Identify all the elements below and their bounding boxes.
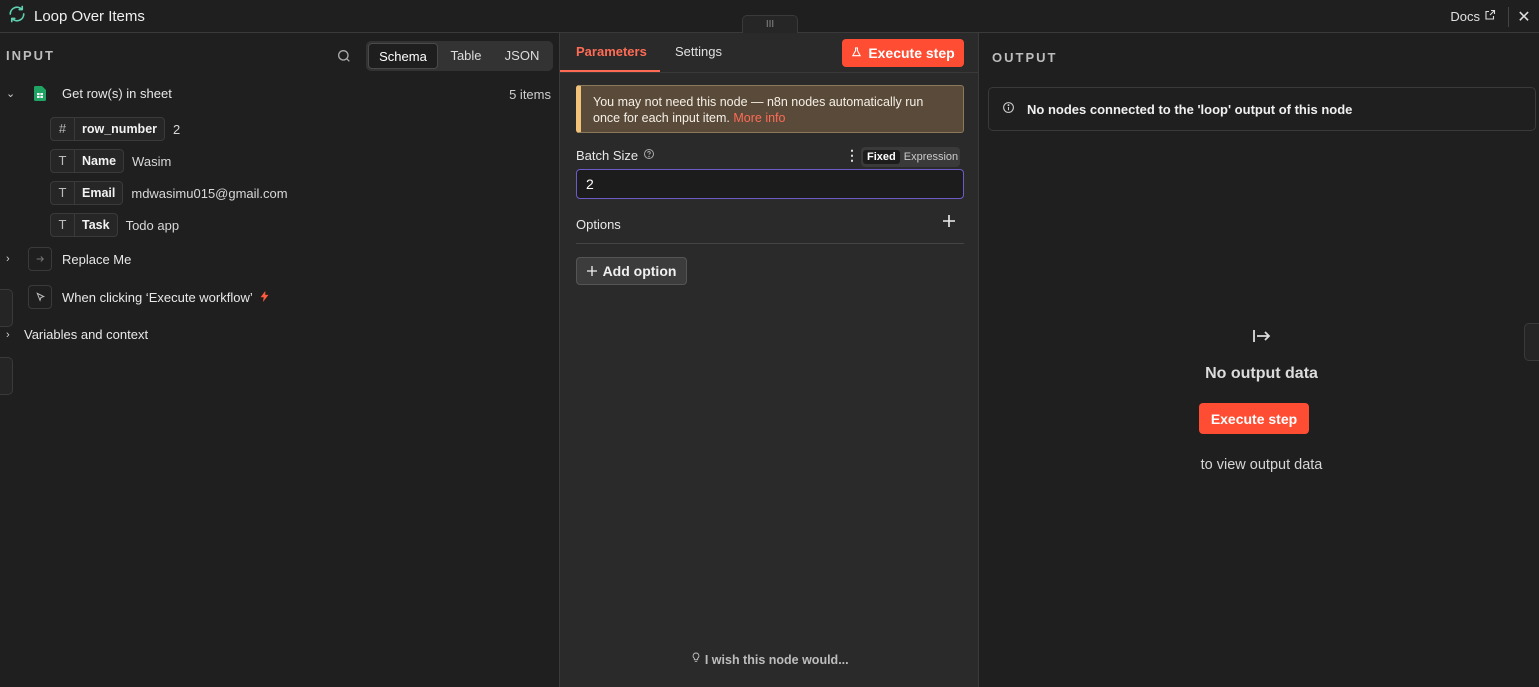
field-value: mdwasimu015@gmail.com bbox=[131, 185, 288, 201]
string-type-icon: T bbox=[51, 214, 75, 236]
collapse-tab[interactable] bbox=[0, 357, 13, 395]
field-value: 2 bbox=[173, 121, 181, 137]
feedback-label: I wish this node would... bbox=[704, 653, 849, 667]
output-label: OUTPUT bbox=[992, 50, 1058, 65]
schema-field[interactable]: # row_number 2 bbox=[50, 117, 180, 141]
fixed-expression-toggle[interactable]: Fixed Expression bbox=[861, 147, 960, 167]
search-icon[interactable] bbox=[336, 48, 352, 67]
options-label: Options bbox=[576, 217, 621, 232]
variables-label: Variables and context bbox=[24, 327, 149, 342]
collapse-tab[interactable] bbox=[0, 289, 13, 327]
field-key: Task bbox=[82, 218, 110, 232]
mode-expression[interactable]: Expression bbox=[900, 150, 962, 164]
help-circle-icon[interactable] bbox=[643, 148, 655, 163]
parameters-panel: Parameters Settings Execute step You may… bbox=[559, 33, 979, 687]
chevron-right-icon[interactable]: › bbox=[6, 253, 16, 265]
arrow-to-line-icon bbox=[1253, 329, 1271, 346]
view-tab-schema[interactable]: Schema bbox=[368, 43, 438, 69]
field-value: Todo app bbox=[125, 217, 180, 233]
info-icon bbox=[1002, 101, 1015, 117]
add-option-button[interactable]: Add option bbox=[576, 257, 687, 285]
to-view-text: to view output data bbox=[1200, 457, 1323, 473]
node-name: Replace Me bbox=[62, 251, 132, 267]
expand-tab[interactable] bbox=[1524, 323, 1539, 361]
batch-size-label-group: Batch Size bbox=[576, 148, 655, 163]
output-panel: OUTPUT No nodes connected to the 'loop' … bbox=[980, 33, 1539, 687]
field-key: Name bbox=[82, 154, 117, 168]
view-tab-json[interactable]: JSON bbox=[494, 43, 550, 69]
view-tab-table[interactable]: Table bbox=[438, 43, 494, 69]
notice-callout: You may not need this node — n8n nodes a… bbox=[576, 85, 964, 133]
more-info-link[interactable]: More info bbox=[733, 111, 785, 125]
node-name: When clicking ‘Execute workflow’ bbox=[62, 289, 253, 305]
field-key: row_number bbox=[82, 122, 158, 136]
output-info-banner: No nodes connected to the 'loop' output … bbox=[988, 87, 1536, 131]
tab-parameters[interactable]: Parameters bbox=[576, 44, 647, 59]
tree-node-manual-trigger[interactable]: When clicking ‘Execute workflow’ bbox=[6, 285, 269, 309]
external-link-icon bbox=[1484, 9, 1496, 24]
plus-icon bbox=[586, 263, 597, 279]
items-count: 5 items bbox=[509, 87, 551, 102]
view-switcher: Schema Table JSON bbox=[366, 41, 553, 71]
field-key: Email bbox=[82, 186, 116, 200]
input-panel: INPUT Schema Table JSON ⌄ Get row(s) in … bbox=[0, 33, 559, 687]
tree-node-replace-me[interactable]: › Replace Me bbox=[6, 247, 131, 271]
execute-step-button[interactable]: Execute step bbox=[842, 39, 964, 67]
flask-icon bbox=[851, 45, 862, 61]
input-label: INPUT bbox=[6, 48, 55, 63]
string-type-icon: T bbox=[51, 150, 75, 172]
chevron-right-icon[interactable]: › bbox=[6, 329, 16, 341]
schema-field[interactable]: T Name Wasim bbox=[50, 149, 171, 173]
docs-label: Docs bbox=[1450, 9, 1480, 24]
plus-icon[interactable] bbox=[943, 215, 955, 230]
execute-step-label: Execute step bbox=[868, 45, 955, 61]
docs-link[interactable]: Docs bbox=[1450, 6, 1509, 27]
field-value: Wasim bbox=[132, 153, 172, 169]
feedback-link[interactable]: I wish this node would... bbox=[560, 652, 980, 667]
schema-field[interactable]: T Email mdwasimu015@gmail.com bbox=[50, 181, 288, 205]
tree-node-get-rows[interactable]: ⌄ Get row(s) in sheet bbox=[6, 81, 172, 105]
close-icon[interactable]: ✕ bbox=[1509, 7, 1539, 27]
more-vertical-icon[interactable]: ⋮ bbox=[845, 147, 859, 164]
tab-settings[interactable]: Settings bbox=[675, 44, 722, 59]
add-option-label: Add option bbox=[602, 263, 677, 279]
lightbulb-icon bbox=[691, 652, 704, 667]
node-name: Get row(s) in sheet bbox=[62, 85, 172, 101]
schema-field[interactable]: T Task Todo app bbox=[50, 213, 179, 237]
string-type-icon: T bbox=[51, 182, 75, 204]
chevron-down-icon[interactable]: ⌄ bbox=[6, 87, 16, 100]
mode-fixed[interactable]: Fixed bbox=[863, 150, 900, 164]
output-execute-step-button[interactable]: Execute step bbox=[1199, 403, 1309, 434]
number-type-icon: # bbox=[51, 118, 75, 140]
google-sheets-icon bbox=[28, 81, 52, 105]
lightning-icon bbox=[260, 290, 269, 305]
loop-icon bbox=[8, 5, 26, 27]
output-info-text: No nodes connected to the 'loop' output … bbox=[1027, 101, 1353, 117]
cursor-click-icon bbox=[28, 285, 52, 309]
node-title[interactable]: Loop Over Items bbox=[34, 8, 145, 25]
no-output-heading: No output data bbox=[1205, 365, 1318, 382]
variables-and-context[interactable]: › Variables and context bbox=[6, 327, 148, 342]
arrow-right-icon bbox=[28, 247, 52, 271]
batch-size-label: Batch Size bbox=[576, 148, 639, 163]
batch-size-input[interactable]: 2 bbox=[576, 169, 964, 199]
panel-drag-handle[interactable]: III bbox=[742, 15, 798, 33]
node-title-group: Loop Over Items bbox=[0, 5, 145, 27]
